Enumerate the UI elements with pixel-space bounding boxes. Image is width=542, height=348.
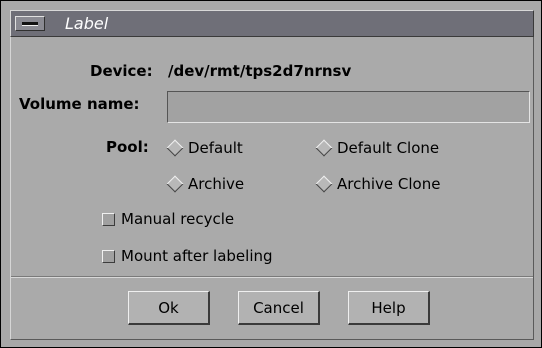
window-title: Label [65,14,109,33]
device-label: Device: [90,62,153,80]
radio-diamond-icon [315,139,333,157]
button-separator [11,276,533,278]
radio-diamond-icon [166,139,184,157]
device-value: /dev/rmt/tps2d7nrnsv [168,62,352,80]
pool-option-label: Archive [188,175,245,193]
pool-label: Pool: [106,138,149,156]
checkbox-icon [102,249,115,263]
checkbox-icon [102,212,115,226]
manual-recycle-label: Manual recycle [121,210,235,228]
radio-diamond-icon [315,175,333,193]
volume-name-input[interactable] [167,91,530,123]
pool-option-label: Archive Clone [337,175,441,193]
pool-option-archive-clone[interactable]: Archive Clone [315,175,440,193]
pool-option-archive[interactable]: Archive [166,175,244,193]
radio-diamond-icon [166,175,184,193]
pool-option-label: Default Clone [337,139,440,157]
pool-option-default[interactable]: Default [166,139,243,157]
window-menu-bar [22,22,38,26]
ok-button[interactable]: Ok [128,291,210,325]
dialog-window: Label Device: /dev/rmt/tps2d7nrnsv Volum… [0,0,542,348]
title-bar[interactable]: Label [10,10,534,37]
pool-option-default-clone[interactable]: Default Clone [315,139,439,157]
window-menu-icon[interactable] [15,16,45,31]
volume-name-label: Volume name: [19,95,140,113]
pool-option-label: Default [188,139,243,157]
mount-after-labeling-checkbox[interactable]: Mount after labeling [102,247,273,265]
manual-recycle-checkbox[interactable]: Manual recycle [102,210,234,228]
cancel-button[interactable]: Cancel [238,291,320,325]
dialog-body: Device: /dev/rmt/tps2d7nrnsv Volume name… [10,37,534,340]
mount-after-labeling-label: Mount after labeling [121,247,273,265]
help-button[interactable]: Help [348,291,430,325]
